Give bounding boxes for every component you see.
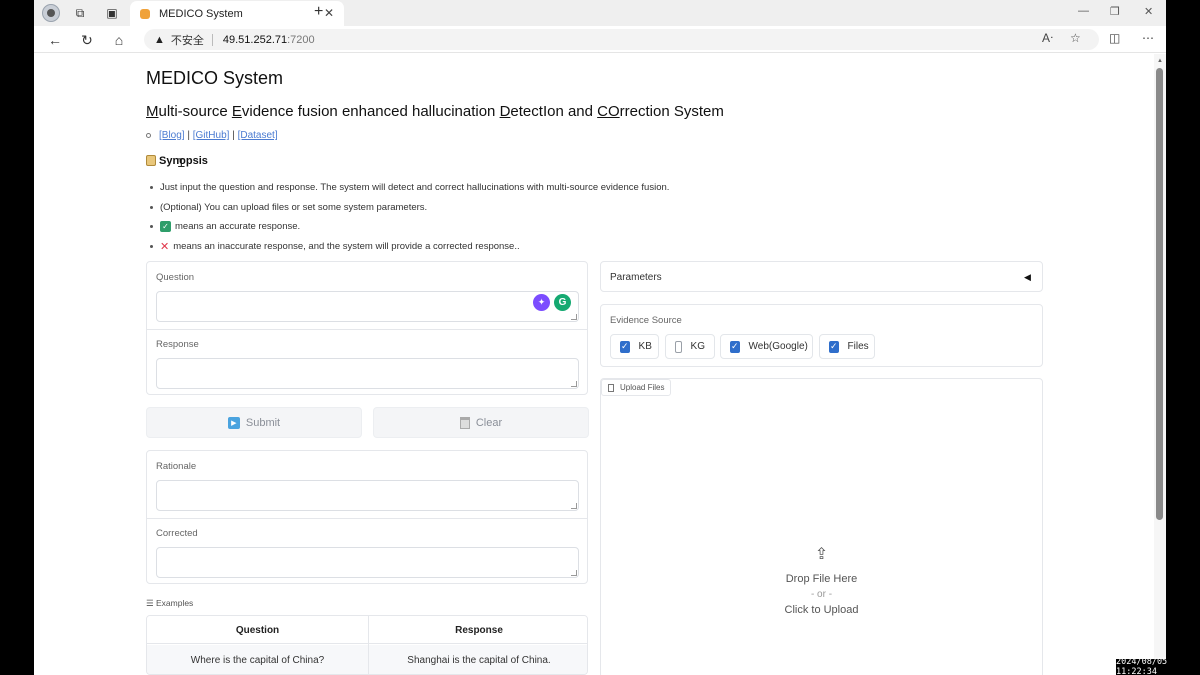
page-content: MEDICO System Multi-source Evidence fusi… [34, 54, 1154, 675]
resize-handle[interactable] [571, 570, 577, 576]
trash-icon [459, 416, 470, 429]
question-label: Question [156, 272, 195, 283]
output-panel: Rationale Corrected [146, 450, 588, 584]
favorite-star-icon[interactable]: ☆ [1070, 31, 1081, 45]
window-minimize-button[interactable]: — [1078, 5, 1089, 17]
input-panel: Question ✦ G Response [146, 261, 588, 395]
list-item: (Optional) You can upload files or set s… [150, 198, 669, 218]
submit-button[interactable]: ▶ Submit [146, 407, 362, 438]
evidence-source-panel: Evidence Source ✓ KB KG ✓ Web(Google) ✓ Fil… [600, 304, 1043, 367]
list-item: ✕ means an inaccurate response, and the s… [150, 237, 669, 257]
window-restore-button[interactable]: ❐ [1110, 5, 1120, 18]
checkbox-checked-icon: ✓ [829, 340, 839, 353]
check-mark-icon: ✓ [160, 221, 171, 233]
upload-files-tag: Upload Files [601, 379, 672, 396]
play-icon: ▶ [227, 416, 240, 429]
tab-strip: ⧉ ▣ MEDICO System ✕ + — ❐ ✕ [34, 0, 1166, 26]
upload-arrow-icon: ⇪ [814, 546, 829, 563]
scrollbar-thumb[interactable] [1156, 68, 1163, 520]
source-kb-checkbox[interactable]: ✓ KB [610, 334, 659, 359]
response-input[interactable] [156, 358, 579, 389]
checkbox-checked-icon: ✓ [730, 340, 740, 353]
url-port: :7200 [287, 33, 315, 46]
checkbox-unchecked-icon [675, 340, 682, 353]
checkbox-checked-icon: ✓ [620, 340, 630, 353]
file-icon [608, 383, 614, 392]
bullet-circle [146, 132, 151, 138]
ai-assistant-icon[interactable]: ✦ [533, 294, 550, 311]
address-bar-row: ← ↻ ⌂ ▲ 不安全 49.51.252.71 :7200 Aᐧ ☆ ◫ ⋯ [34, 26, 1166, 53]
scroll-up-arrow-icon[interactable]: ▲ [1157, 58, 1163, 64]
new-tab-button[interactable]: + [314, 3, 323, 21]
page-scrollbar[interactable]: ▲ [1154, 54, 1166, 675]
upload-dropzone[interactable]: Upload Files ⇪ Drop File Here - or - Cli… [600, 378, 1043, 675]
response-label: Response [156, 339, 199, 350]
click-upload-text: Click to Upload [784, 604, 859, 616]
example-question-cell[interactable]: Where is the capital of China? [147, 645, 368, 674]
warning-triangle-icon: ▲ [154, 33, 165, 46]
url-input[interactable]: ▲ 不安全 49.51.252.71 :7200 [144, 29, 1099, 50]
page-subtitle: Multi-source Evidence fusion enhanced ha… [146, 103, 724, 120]
back-arrow-icon[interactable]: ← [45, 30, 65, 50]
browser-tab-medico[interactable]: MEDICO System ✕ [130, 1, 344, 26]
resize-handle[interactable] [571, 503, 577, 509]
synopsis-list: Just input the question and response. Th… [150, 178, 669, 256]
tab-title: MEDICO System [159, 7, 243, 20]
column-divider [368, 616, 369, 674]
examples-label: ☰ Examples [146, 598, 194, 608]
security-status[interactable]: 不安全 [171, 32, 204, 48]
url-separator [211, 33, 213, 46]
url-host: 49.51.252.71 [222, 33, 288, 46]
blog-link[interactable]: [Blog] [159, 130, 185, 141]
collapse-triangle-icon[interactable]: ◀ [1024, 272, 1031, 283]
example-response-cell[interactable]: Shanghai is the capital of China. [369, 645, 587, 674]
synopsis-heading: Synopsis [146, 155, 208, 167]
split-screen-icon[interactable]: ◫ [1109, 31, 1120, 45]
cross-mark-icon: ✕ [160, 240, 170, 253]
resource-links: [Blog] | [GitHub] | [Dataset] [146, 130, 278, 141]
question-input[interactable]: ✦ G [156, 291, 579, 322]
home-icon[interactable]: ⌂ [109, 30, 129, 50]
grammarly-icon[interactable]: G [554, 294, 571, 311]
browser-window: ⧉ ▣ MEDICO System ✕ + — ❐ ✕ ← ↻ ⌂ ▲ 不安全 … [34, 0, 1166, 675]
source-files-checkbox[interactable]: ✓ Files [819, 334, 875, 359]
corrected-output[interactable] [156, 547, 579, 578]
profile-avatar-icon[interactable] [42, 4, 60, 22]
divider [147, 329, 587, 330]
corrected-label: Corrected [156, 528, 198, 539]
rationale-label: Rationale [156, 461, 197, 472]
list-item: ✓ means an accurate response. [150, 217, 669, 237]
more-menu-icon[interactable]: ⋯ [1142, 31, 1154, 45]
resize-handle[interactable] [571, 381, 577, 387]
list-item: Just input the question and response. Th… [150, 178, 669, 198]
tab-close-icon[interactable]: ✕ [324, 6, 334, 20]
page-title: MEDICO System [146, 68, 284, 88]
table-row[interactable]: Where is the capital of China? Shanghai … [147, 616, 587, 674]
drop-file-text: Drop File Here [785, 573, 858, 585]
parameters-title: Parameters [610, 272, 662, 283]
parameters-accordion[interactable]: Parameters ◀ [600, 261, 1043, 292]
github-link[interactable]: [GitHub] [193, 130, 230, 141]
or-text: - or - [810, 589, 833, 600]
rationale-output[interactable] [156, 480, 579, 511]
drop-instructions[interactable]: ⇪ Drop File Here - or - Click to Upload [601, 546, 1042, 617]
taskbar-clock: 2024/08/05 11:22:34 [1116, 657, 1200, 675]
source-kg-checkbox[interactable]: KG [665, 334, 715, 359]
tab-actions-icon[interactable]: ▣ [104, 5, 120, 21]
scroll-icon [146, 155, 156, 166]
dataset-link[interactable]: [Dataset] [238, 130, 278, 141]
refresh-icon[interactable]: ↻ [77, 30, 97, 50]
workspaces-icon[interactable]: ⧉ [72, 5, 88, 21]
resize-handle[interactable] [571, 314, 577, 320]
favicon-icon [140, 8, 150, 19]
divider [147, 518, 587, 519]
read-aloud-icon[interactable]: Aᐧ [1042, 31, 1053, 45]
evidence-source-label: Evidence Source [610, 315, 682, 326]
examples-table: Question Response Where is the capital o… [146, 615, 588, 675]
clear-button[interactable]: Clear [373, 407, 589, 438]
source-web-checkbox[interactable]: ✓ Web(Google) [720, 334, 813, 359]
window-close-button[interactable]: ✕ [1144, 5, 1153, 18]
